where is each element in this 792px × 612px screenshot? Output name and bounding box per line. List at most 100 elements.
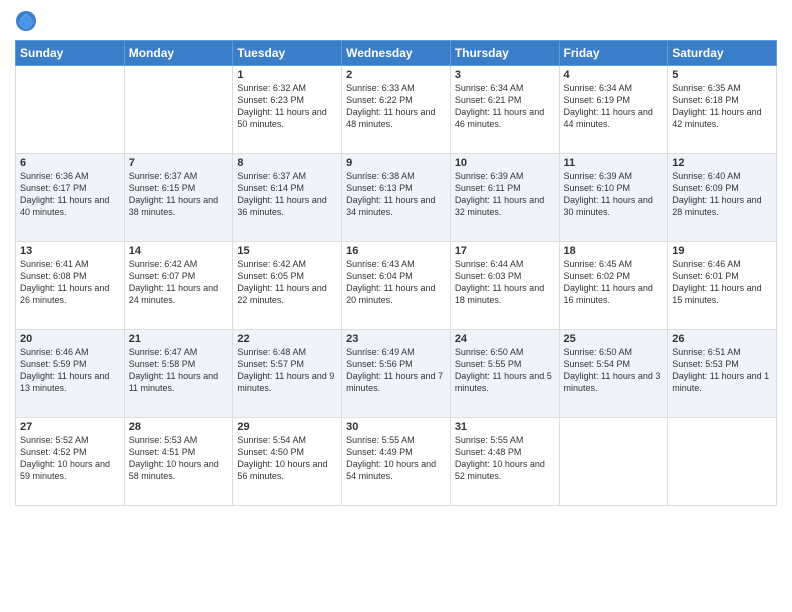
day-number: 8: [237, 157, 337, 169]
sunset-text: Sunset: 6:09 PM: [672, 182, 772, 194]
sunrise-text: Sunrise: 6:47 AM: [129, 346, 229, 358]
calendar-cell: 10Sunrise: 6:39 AMSunset: 6:11 PMDayligh…: [450, 154, 559, 242]
calendar-cell: 4Sunrise: 6:34 AMSunset: 6:19 PMDaylight…: [559, 66, 668, 154]
day-number: 29: [237, 421, 337, 433]
sunrise-text: Sunrise: 6:37 AM: [129, 170, 229, 182]
sunrise-text: Sunrise: 6:43 AM: [346, 258, 446, 270]
sunset-text: Sunset: 4:52 PM: [20, 446, 120, 458]
daylight-text: Daylight: 11 hours and 34 minutes.: [346, 194, 446, 218]
day-number: 1: [237, 69, 337, 81]
header-monday: Monday: [124, 41, 233, 66]
sunset-text: Sunset: 6:19 PM: [564, 94, 664, 106]
calendar-cell: 6Sunrise: 6:36 AMSunset: 6:17 PMDaylight…: [16, 154, 125, 242]
sunrise-text: Sunrise: 6:32 AM: [237, 82, 337, 94]
day-info: Sunrise: 6:45 AMSunset: 6:02 PMDaylight:…: [564, 258, 664, 307]
day-info: Sunrise: 6:50 AMSunset: 5:55 PMDaylight:…: [455, 346, 555, 395]
sunrise-text: Sunrise: 6:35 AM: [672, 82, 772, 94]
sunset-text: Sunset: 5:54 PM: [564, 358, 664, 370]
week-row-1: 1Sunrise: 6:32 AMSunset: 6:23 PMDaylight…: [16, 66, 777, 154]
calendar-cell: 24Sunrise: 6:50 AMSunset: 5:55 PMDayligh…: [450, 330, 559, 418]
day-number: 10: [455, 157, 555, 169]
day-info: Sunrise: 6:44 AMSunset: 6:03 PMDaylight:…: [455, 258, 555, 307]
sunset-text: Sunset: 6:15 PM: [129, 182, 229, 194]
daylight-text: Daylight: 11 hours and 36 minutes.: [237, 194, 337, 218]
weekday-header-row: Sunday Monday Tuesday Wednesday Thursday…: [16, 41, 777, 66]
sunset-text: Sunset: 6:10 PM: [564, 182, 664, 194]
daylight-text: Daylight: 11 hours and 44 minutes.: [564, 106, 664, 130]
week-row-3: 13Sunrise: 6:41 AMSunset: 6:08 PMDayligh…: [16, 242, 777, 330]
sunrise-text: Sunrise: 5:55 AM: [346, 434, 446, 446]
sunrise-text: Sunrise: 6:34 AM: [564, 82, 664, 94]
day-info: Sunrise: 6:50 AMSunset: 5:54 PMDaylight:…: [564, 346, 664, 395]
sunrise-text: Sunrise: 6:42 AM: [129, 258, 229, 270]
week-row-4: 20Sunrise: 6:46 AMSunset: 5:59 PMDayligh…: [16, 330, 777, 418]
sunset-text: Sunset: 5:58 PM: [129, 358, 229, 370]
day-info: Sunrise: 6:42 AMSunset: 6:05 PMDaylight:…: [237, 258, 337, 307]
calendar-cell: 11Sunrise: 6:39 AMSunset: 6:10 PMDayligh…: [559, 154, 668, 242]
sunset-text: Sunset: 6:07 PM: [129, 270, 229, 282]
daylight-text: Daylight: 11 hours and 28 minutes.: [672, 194, 772, 218]
daylight-text: Daylight: 10 hours and 58 minutes.: [129, 458, 229, 482]
week-row-5: 27Sunrise: 5:52 AMSunset: 4:52 PMDayligh…: [16, 418, 777, 506]
daylight-text: Daylight: 11 hours and 48 minutes.: [346, 106, 446, 130]
day-info: Sunrise: 6:34 AMSunset: 6:19 PMDaylight:…: [564, 82, 664, 131]
calendar-cell: 31Sunrise: 5:55 AMSunset: 4:48 PMDayligh…: [450, 418, 559, 506]
calendar-cell: 2Sunrise: 6:33 AMSunset: 6:22 PMDaylight…: [342, 66, 451, 154]
sunset-text: Sunset: 4:49 PM: [346, 446, 446, 458]
sunset-text: Sunset: 6:02 PM: [564, 270, 664, 282]
sunrise-text: Sunrise: 6:51 AM: [672, 346, 772, 358]
sunset-text: Sunset: 6:23 PM: [237, 94, 337, 106]
calendar-cell: 15Sunrise: 6:42 AMSunset: 6:05 PMDayligh…: [233, 242, 342, 330]
calendar-cell: [668, 418, 777, 506]
calendar-cell: [124, 66, 233, 154]
day-info: Sunrise: 6:49 AMSunset: 5:56 PMDaylight:…: [346, 346, 446, 395]
sunrise-text: Sunrise: 5:54 AM: [237, 434, 337, 446]
day-number: 20: [20, 333, 120, 345]
daylight-text: Daylight: 11 hours and 1 minute.: [672, 370, 772, 394]
calendar-cell: 27Sunrise: 5:52 AMSunset: 4:52 PMDayligh…: [16, 418, 125, 506]
sunrise-text: Sunrise: 6:37 AM: [237, 170, 337, 182]
calendar-cell: 22Sunrise: 6:48 AMSunset: 5:57 PMDayligh…: [233, 330, 342, 418]
day-number: 9: [346, 157, 446, 169]
week-row-2: 6Sunrise: 6:36 AMSunset: 6:17 PMDaylight…: [16, 154, 777, 242]
sunrise-text: Sunrise: 6:50 AM: [455, 346, 555, 358]
day-info: Sunrise: 6:35 AMSunset: 6:18 PMDaylight:…: [672, 82, 772, 131]
daylight-text: Daylight: 11 hours and 7 minutes.: [346, 370, 446, 394]
calendar-cell: 8Sunrise: 6:37 AMSunset: 6:14 PMDaylight…: [233, 154, 342, 242]
day-info: Sunrise: 6:42 AMSunset: 6:07 PMDaylight:…: [129, 258, 229, 307]
day-number: 7: [129, 157, 229, 169]
day-number: 23: [346, 333, 446, 345]
calendar-cell: 28Sunrise: 5:53 AMSunset: 4:51 PMDayligh…: [124, 418, 233, 506]
sunrise-text: Sunrise: 6:49 AM: [346, 346, 446, 358]
day-info: Sunrise: 6:41 AMSunset: 6:08 PMDaylight:…: [20, 258, 120, 307]
sunrise-text: Sunrise: 6:40 AM: [672, 170, 772, 182]
calendar-cell: 19Sunrise: 6:46 AMSunset: 6:01 PMDayligh…: [668, 242, 777, 330]
day-info: Sunrise: 5:53 AMSunset: 4:51 PMDaylight:…: [129, 434, 229, 483]
daylight-text: Daylight: 11 hours and 40 minutes.: [20, 194, 120, 218]
logo-icon: [15, 10, 37, 32]
day-info: Sunrise: 6:34 AMSunset: 6:21 PMDaylight:…: [455, 82, 555, 131]
calendar-cell: 18Sunrise: 6:45 AMSunset: 6:02 PMDayligh…: [559, 242, 668, 330]
day-number: 12: [672, 157, 772, 169]
day-info: Sunrise: 6:39 AMSunset: 6:11 PMDaylight:…: [455, 170, 555, 219]
daylight-text: Daylight: 11 hours and 9 minutes.: [237, 370, 337, 394]
sunrise-text: Sunrise: 6:42 AM: [237, 258, 337, 270]
day-info: Sunrise: 6:36 AMSunset: 6:17 PMDaylight:…: [20, 170, 120, 219]
calendar-table: Sunday Monday Tuesday Wednesday Thursday…: [15, 40, 777, 506]
calendar-cell: 14Sunrise: 6:42 AMSunset: 6:07 PMDayligh…: [124, 242, 233, 330]
daylight-text: Daylight: 11 hours and 42 minutes.: [672, 106, 772, 130]
daylight-text: Daylight: 11 hours and 18 minutes.: [455, 282, 555, 306]
page: Sunday Monday Tuesday Wednesday Thursday…: [0, 0, 792, 612]
day-info: Sunrise: 5:54 AMSunset: 4:50 PMDaylight:…: [237, 434, 337, 483]
day-number: 22: [237, 333, 337, 345]
sunset-text: Sunset: 6:21 PM: [455, 94, 555, 106]
calendar-cell: 20Sunrise: 6:46 AMSunset: 5:59 PMDayligh…: [16, 330, 125, 418]
sunrise-text: Sunrise: 5:52 AM: [20, 434, 120, 446]
day-number: 30: [346, 421, 446, 433]
sunset-text: Sunset: 6:11 PM: [455, 182, 555, 194]
day-info: Sunrise: 5:52 AMSunset: 4:52 PMDaylight:…: [20, 434, 120, 483]
day-number: 6: [20, 157, 120, 169]
header-tuesday: Tuesday: [233, 41, 342, 66]
daylight-text: Daylight: 11 hours and 46 minutes.: [455, 106, 555, 130]
daylight-text: Daylight: 11 hours and 50 minutes.: [237, 106, 337, 130]
